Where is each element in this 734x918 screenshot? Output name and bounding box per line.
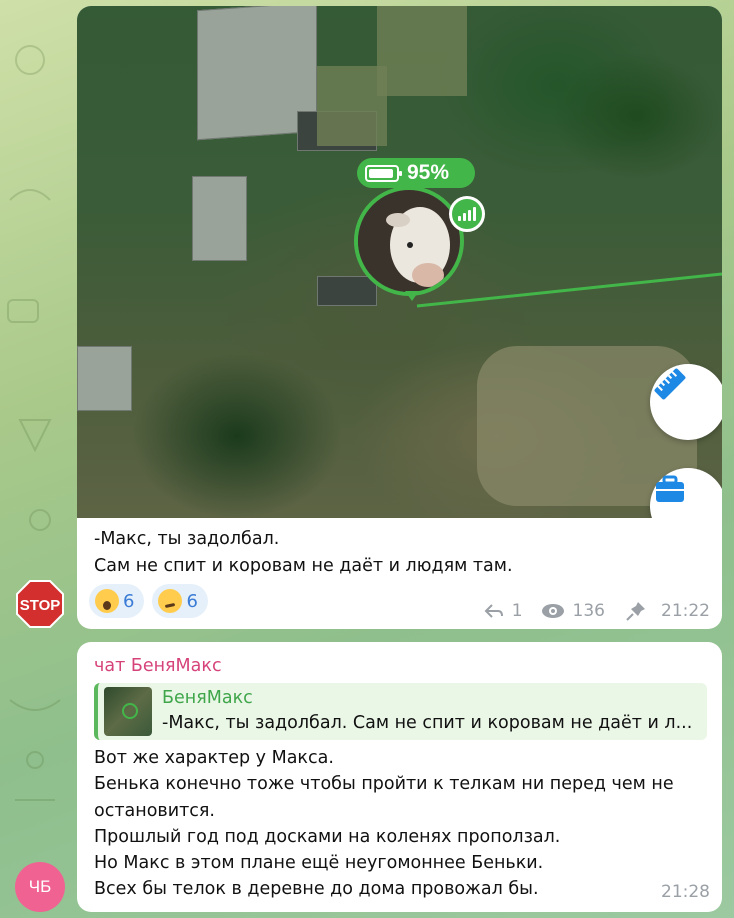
face-screaming-icon [95,589,119,613]
pin-icon [626,602,645,621]
reaction-woozy[interactable]: 6 [152,584,208,618]
message-bubble[interactable]: 95% -Макс, ты задолбал. Сам не спит и ко… [77,6,722,629]
message-time: 21:22 [661,601,710,621]
reactions-bar: 6 6 [89,584,208,618]
ruler-button[interactable] [650,364,722,440]
message-line: Прошлый год под досками на коленях пропо… [94,826,561,847]
toolbox-button[interactable] [650,468,722,518]
reaction-count: 6 [186,590,198,612]
signal-strength-icon [449,196,485,232]
reaction-scream[interactable]: 6 [89,584,145,618]
message-meta: 1 136 21:22 [484,600,710,622]
cow-head-icon [358,190,460,292]
reply-thumbnail [104,687,152,736]
message-line: Но Макс в этом плане ещё неугомоннее Бен… [94,853,544,874]
svg-text:STOP: STOP [20,597,61,614]
avatar-initials: ЧБ [28,877,52,896]
reply-text: -Макс, ты задолбал. Сам не спит и корова… [162,713,693,733]
location-pin-icon [405,291,419,301]
replies-count[interactable]: 1 [512,601,523,621]
message-line: Сам не спит и коровам не даёт и людям та… [94,556,513,576]
message-text: -Макс, ты задолбал. Сам не спит и корова… [94,526,704,580]
sender-name[interactable]: чат БеняМакс [94,656,222,676]
battery-icon [365,164,402,182]
message-text: Вот же характер у Макса. Бенька конечно … [94,745,704,903]
message-line: -Макс, ты задолбал. [94,529,280,549]
reply-author: БеняМакс [162,688,253,708]
message-line: Бенька конечно тоже чтобы пройти к телка… [94,774,674,795]
views-count: 136 [572,601,605,621]
message-line: Вот же характер у Макса. [94,748,334,768]
ruler-icon [654,368,686,400]
woozy-face-icon [158,589,183,613]
battery-badge: 95% [357,158,475,188]
reply-arrow-icon[interactable] [484,603,504,619]
battery-percent: 95% [407,161,450,184]
map-screenshot[interactable]: 95% [77,6,722,518]
message-line: остановится. [94,800,215,821]
author-avatar-stop[interactable]: STOP [15,579,65,629]
message-line: Всех бы телок в деревне до дома провожал… [94,879,539,900]
author-avatar-cb[interactable]: ЧБ [15,862,65,912]
message-bubble[interactable]: чат БеняМакс БеняМакс -Макс, ты задолбал… [77,642,722,912]
views-eye-icon [541,604,564,618]
toolbox-icon [656,475,684,502]
reaction-count: 6 [123,590,135,612]
reply-preview[interactable]: БеняМакс -Макс, ты задолбал. Сам не спит… [94,683,707,740]
message-time: 21:28 [661,882,710,902]
cow-photo[interactable] [354,186,464,296]
stop-sign-icon: STOP [16,580,64,628]
